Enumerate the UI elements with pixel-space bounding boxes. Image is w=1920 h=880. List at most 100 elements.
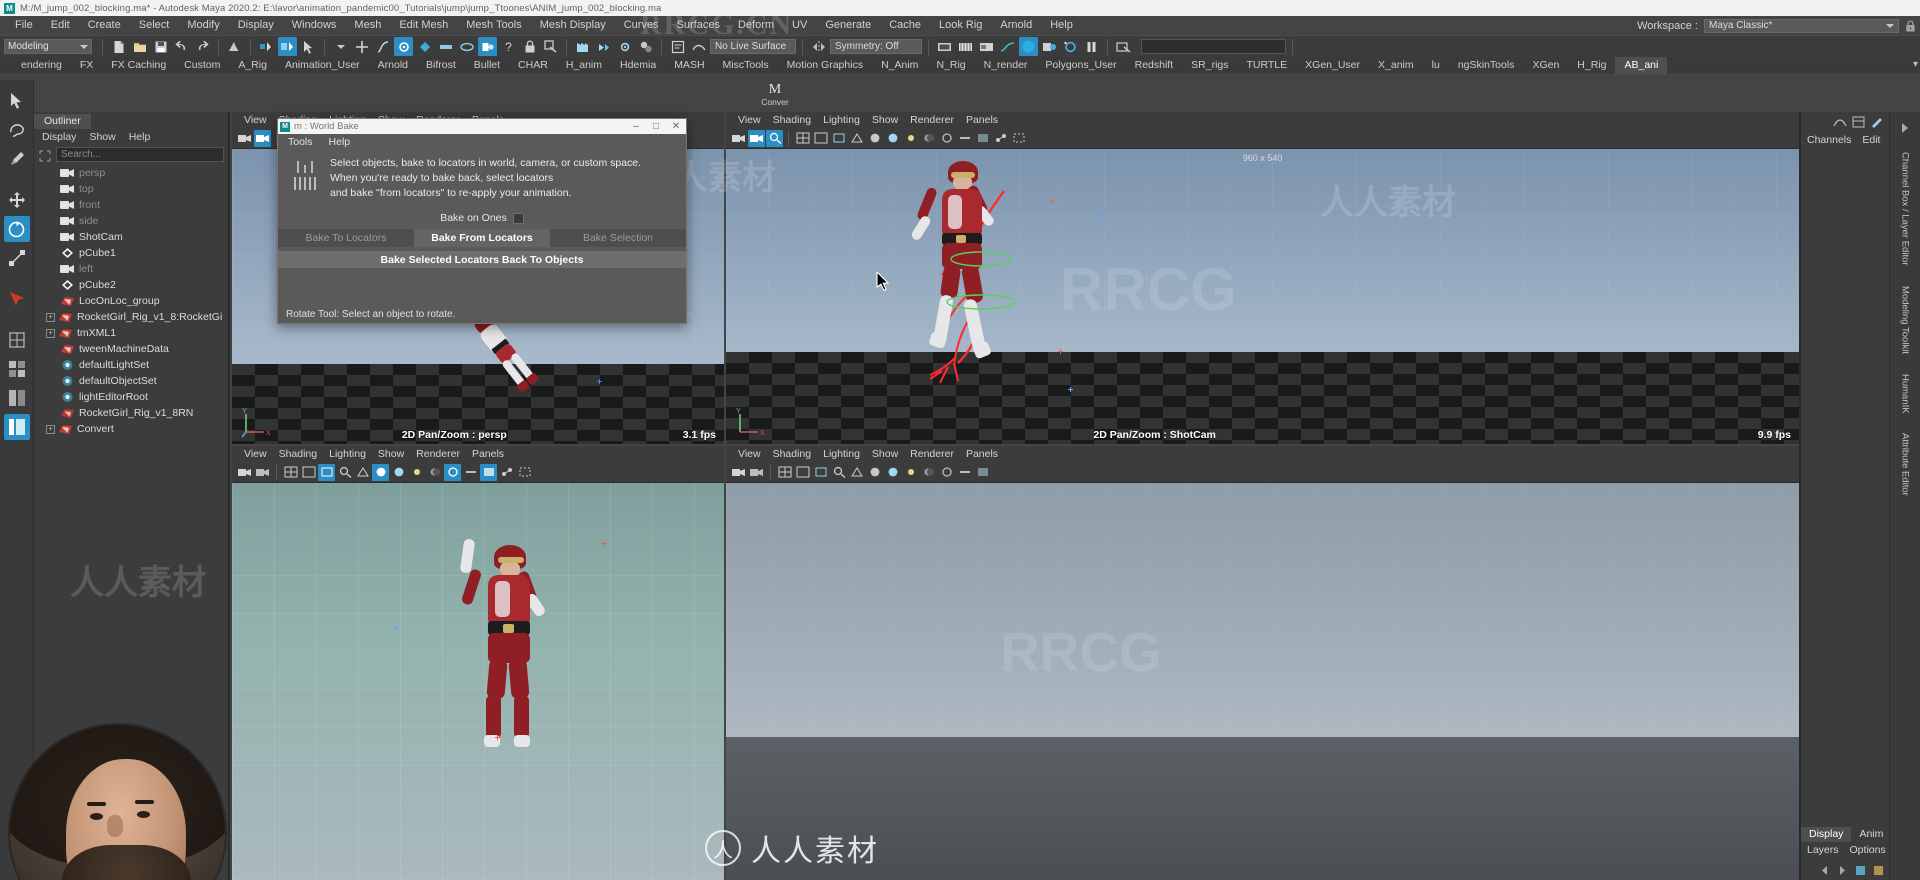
pause-playback-button[interactable] <box>1082 37 1101 56</box>
viewport-menu-renderer[interactable]: Renderer <box>416 448 460 460</box>
bake-action-button[interactable]: Bake Selected Locators Back To Objects <box>278 251 686 268</box>
last-tool-used[interactable] <box>4 327 30 353</box>
shelf-tab-n-anim[interactable]: N_Anim <box>872 57 927 74</box>
snap-to-view-planes-button[interactable] <box>436 37 455 56</box>
snap-dropdown-button[interactable] <box>331 37 350 56</box>
viewport-menu-view[interactable]: View <box>244 448 267 460</box>
symmetry-field[interactable]: Symmetry: Off <box>830 39 922 54</box>
save-scene-button[interactable] <box>151 37 170 56</box>
smooth-shade-icon[interactable] <box>866 464 883 481</box>
show-manipulator-icon[interactable] <box>1833 116 1847 128</box>
bake-tab-bake-selection[interactable]: Bake Selection <box>550 229 686 247</box>
lock-icon[interactable] <box>1905 19 1916 32</box>
outliner-item[interactable]: ShotCam <box>34 229 228 245</box>
render-lock-icon[interactable] <box>520 37 539 56</box>
menu-help[interactable]: Help <box>1041 16 1082 35</box>
undo-button[interactable] <box>172 37 191 56</box>
maximize-button[interactable]: □ <box>648 121 664 132</box>
textured-icon[interactable] <box>884 464 901 481</box>
layer-add-icon[interactable] <box>1854 864 1867 877</box>
construction-history-button[interactable] <box>478 37 497 56</box>
shelf-tab-bullet[interactable]: Bullet <box>465 57 509 74</box>
viewport-menu-view[interactable]: View <box>738 114 761 126</box>
expand-toggle-icon[interactable]: + <box>46 312 55 322</box>
two-d-pan-zoom-icon[interactable] <box>766 129 783 147</box>
scale-tool[interactable] <box>4 245 30 271</box>
shelf-tab-xgen[interactable]: XGen <box>1523 57 1568 74</box>
toggle-selection-constraint-button[interactable] <box>541 37 560 56</box>
outliner-item[interactable]: pCube2 <box>34 277 228 293</box>
rotate-tool[interactable] <box>3 216 30 242</box>
channel-box-toggle-icon[interactable] <box>1852 116 1865 128</box>
tab-attribute-editor[interactable]: Attribute Editor <box>1900 425 1911 504</box>
graph-editor-button[interactable] <box>998 37 1017 56</box>
motion-blur-icon[interactable] <box>956 130 973 147</box>
shadows-icon[interactable] <box>920 130 937 147</box>
viewport-menu-renderer[interactable]: Renderer <box>910 114 954 126</box>
shelf-tab-xgen-user[interactable]: XGen_User <box>1296 57 1369 74</box>
layer-prev-icon[interactable] <box>1818 864 1831 877</box>
menu-file[interactable]: File <box>6 16 42 35</box>
menu-mesh-tools[interactable]: Mesh Tools <box>457 16 530 35</box>
viewport-menu-shading[interactable]: Shading <box>773 448 812 460</box>
outliner-item[interactable]: left <box>34 261 228 277</box>
film-gate-icon[interactable] <box>794 464 811 481</box>
bake-menu-help[interactable]: Help <box>329 136 351 148</box>
menu-select[interactable]: Select <box>130 16 179 35</box>
four-view-layout-button[interactable] <box>4 356 30 382</box>
menu-surfaces[interactable]: Surfaces <box>668 16 729 35</box>
outliner-menu-display[interactable]: Display <box>42 131 76 143</box>
viewport-menu-panels[interactable]: Panels <box>966 114 998 126</box>
menu-create[interactable]: Create <box>79 16 130 35</box>
redo-button[interactable] <box>193 37 212 56</box>
shelf-tab-fx[interactable]: FX <box>71 57 102 74</box>
toggle-viewport-display-button[interactable] <box>1114 37 1133 56</box>
channel-box-menu-channels[interactable]: Channels <box>1807 134 1851 146</box>
shelf-tab-ab-ani[interactable]: AB_ani <box>1615 57 1668 74</box>
shadows-icon[interactable] <box>426 464 443 481</box>
playblast-button[interactable] <box>935 37 954 56</box>
shelf-tab-a-rig[interactable]: A_Rig <box>229 57 276 74</box>
lock-camera-icon[interactable] <box>254 464 271 481</box>
xray-icon[interactable] <box>974 130 991 147</box>
smooth-shade-icon[interactable] <box>866 130 883 147</box>
side-viewport-canvas[interactable] <box>726 483 1799 880</box>
menu-arnold[interactable]: Arnold <box>991 16 1041 35</box>
screen-space-ao-icon[interactable] <box>444 463 461 481</box>
lighting-icon[interactable] <box>902 464 919 481</box>
menu-windows[interactable]: Windows <box>283 16 346 35</box>
outliner-item[interactable]: + RocketGirl_Rig_v1_8:RocketGi <box>34 309 228 325</box>
outliner-item[interactable]: defaultObjectSet <box>34 373 228 389</box>
two-d-pan-zoom-icon[interactable] <box>336 464 353 481</box>
grid-toggle-icon[interactable] <box>776 464 793 481</box>
bake-on-ones-checkbox[interactable] <box>512 212 524 224</box>
outliner-item[interactable]: LocOnLoc_group <box>34 293 228 309</box>
xray-icon[interactable] <box>974 464 991 481</box>
expand-toggle-icon[interactable]: + <box>46 424 55 434</box>
outliner-item[interactable]: pCube1 <box>34 245 228 261</box>
layer-add-selected-icon[interactable] <box>1872 864 1885 877</box>
viewport-menu-show[interactable]: Show <box>378 448 404 460</box>
outliner-item[interactable]: front <box>34 197 228 213</box>
snap-to-curve-button[interactable] <box>373 37 392 56</box>
lock-camera-icon[interactable] <box>748 464 765 481</box>
arnold-render-view-button[interactable] <box>1019 37 1038 56</box>
lighting-icon[interactable] <box>408 464 425 481</box>
outliner-item[interactable]: side <box>34 213 228 229</box>
wireframe-shading-icon[interactable] <box>848 464 865 481</box>
viewport-menu-panels[interactable]: Panels <box>472 448 504 460</box>
motion-blur-icon[interactable] <box>956 464 973 481</box>
viewport-menu-show[interactable]: Show <box>872 114 898 126</box>
attribute-editor-icon[interactable] <box>1870 116 1883 128</box>
xray-joints-icon[interactable] <box>992 130 1009 147</box>
shelf-tab-polygons-user[interactable]: Polygons_User <box>1036 57 1125 74</box>
outliner-layout-button[interactable] <box>3 414 30 440</box>
hypershade-button[interactable] <box>636 37 655 56</box>
minimize-button[interactable]: – <box>628 121 644 132</box>
select-highlight-button[interactable] <box>299 37 318 56</box>
selection-manipulator[interactable] <box>944 289 1018 315</box>
front-viewport-canvas[interactable] <box>232 483 724 880</box>
outliner-item[interactable]: + Convert <box>34 421 228 437</box>
open-script-editor-button[interactable] <box>668 37 687 56</box>
symmetry-icon[interactable] <box>809 37 828 56</box>
